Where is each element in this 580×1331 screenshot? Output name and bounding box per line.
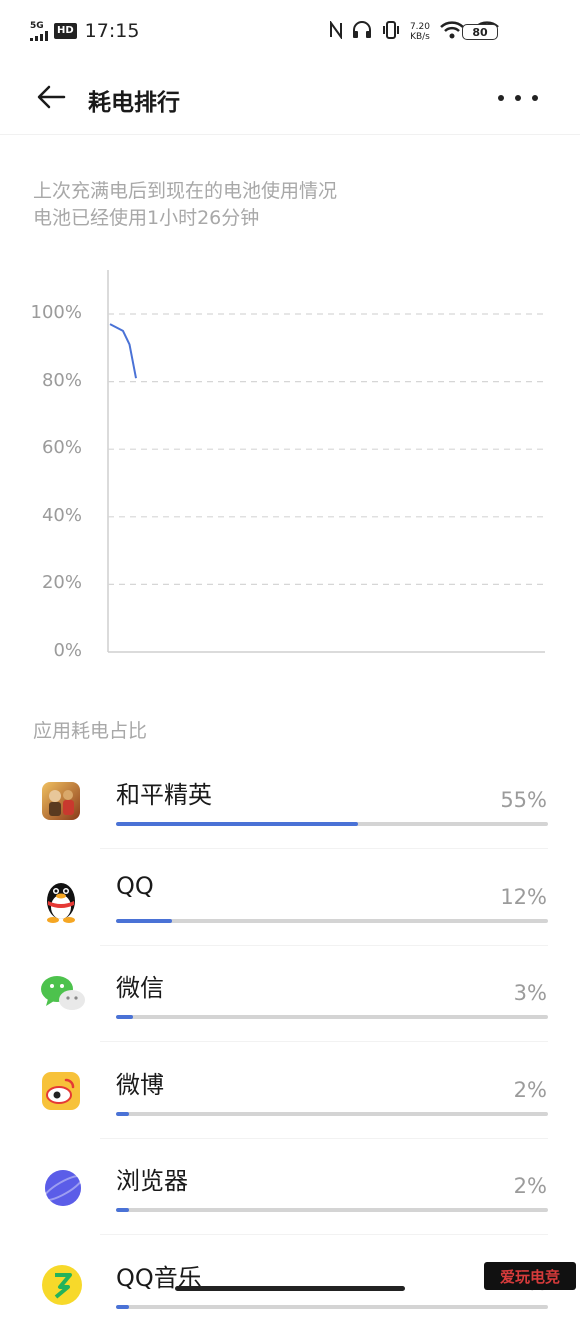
- battery-level: 80: [462, 24, 498, 40]
- page-title: 耗电排行: [88, 90, 180, 116]
- app-usage-percent: 12%: [500, 884, 547, 909]
- app-usage-percent: 2%: [513, 1174, 547, 1198]
- battery-chart-svg: [107, 270, 545, 653]
- y-tick-label: 100%: [30, 302, 82, 323]
- nfc-icon: [329, 19, 343, 43]
- usage-bar-track: [116, 1015, 548, 1019]
- back-button[interactable]: [34, 78, 74, 118]
- more-dots-icon: [498, 95, 504, 101]
- net-speed-unit: KB/s: [410, 32, 430, 42]
- y-tick-label: 0%: [53, 640, 82, 661]
- weibo-icon: [40, 1070, 82, 1112]
- usage-bar-fill: [116, 1015, 134, 1019]
- watermark-logo: 爱玩电竞: [484, 1262, 576, 1290]
- usage-bar-fill: [116, 1208, 129, 1212]
- usage-bar-track: [116, 1304, 548, 1309]
- hd-badge: HD: [54, 23, 77, 39]
- status-bar: 5G HD 17:15 7.20 KB/s 80: [0, 0, 580, 66]
- app-name: 和平精英: [116, 781, 212, 809]
- section-title: 应用耗电占比: [33, 720, 148, 742]
- app-name: QQ: [116, 871, 154, 900]
- y-tick-label: 40%: [41, 504, 82, 526]
- battery-chart: 100% 80% 60% 40% 20% 0%: [0, 262, 580, 672]
- app-name: 浏览器: [116, 1167, 188, 1195]
- usage-bar-fill: [116, 1304, 129, 1309]
- y-tick-label: 80%: [41, 369, 82, 391]
- usage-bar-fill: [116, 918, 173, 923]
- net-speed-value: 7.20: [409, 22, 430, 32]
- app-name: 微信: [116, 974, 164, 1002]
- usage-bar-track: [116, 1208, 548, 1212]
- wechat-icon: [40, 973, 85, 1015]
- clock: 17:15: [84, 20, 140, 42]
- battery-usage-caption: 上次充满电后到现在的电池使用情况: [33, 180, 338, 202]
- usage-bar-track: [116, 918, 548, 923]
- vibrate-icon: [381, 21, 401, 43]
- signal-bars-icon: [30, 30, 48, 41]
- browser-planet-icon: [40, 1166, 84, 1208]
- net-speed: 7.20 KB/s: [410, 22, 430, 42]
- arrow-left-icon: [37, 85, 66, 109]
- app-bar: 耗电排行: [0, 66, 580, 130]
- header-divider: [0, 134, 580, 135]
- usage-bar-track: [116, 822, 548, 826]
- headphones-icon: [352, 21, 372, 43]
- battery-usage-duration: 电池已经使用1小时26分钟: [33, 207, 260, 229]
- app-usage-percent: 2%: [513, 1077, 547, 1102]
- signal-indicator: 5G: [30, 20, 48, 41]
- app-usage-row[interactable]: 和平精英 55%: [0, 752, 580, 849]
- qq-penguin-icon: [40, 877, 82, 923]
- qq-music-icon: [40, 1263, 82, 1305]
- app-usage-row[interactable]: 微博 2%: [0, 1042, 580, 1139]
- more-button[interactable]: [498, 84, 538, 112]
- y-tick-label: 60%: [41, 437, 82, 459]
- app-usage-row[interactable]: QQ 12%: [0, 849, 580, 946]
- status-left: 5G HD 17:15: [30, 20, 139, 42]
- app-name: 微博: [116, 1070, 164, 1099]
- y-tick-label: 20%: [41, 572, 82, 594]
- usage-bar-fill: [116, 822, 358, 826]
- usage-bar-fill: [116, 1111, 129, 1116]
- game-app-icon: [40, 780, 82, 822]
- app-usage-percent: 3%: [513, 981, 547, 1005]
- home-indicator[interactable]: [175, 1286, 405, 1291]
- usage-bar-track: [116, 1111, 548, 1116]
- app-usage-row[interactable]: 微信 3%: [0, 945, 580, 1042]
- app-usage-row[interactable]: 浏览器 2%: [0, 1138, 580, 1235]
- app-usage-percent: 55%: [500, 788, 547, 812]
- watermark-text: 爱玩电竞: [499, 1267, 560, 1286]
- network-type: 5G: [30, 20, 44, 31]
- battery-level-line: [109, 323, 137, 379]
